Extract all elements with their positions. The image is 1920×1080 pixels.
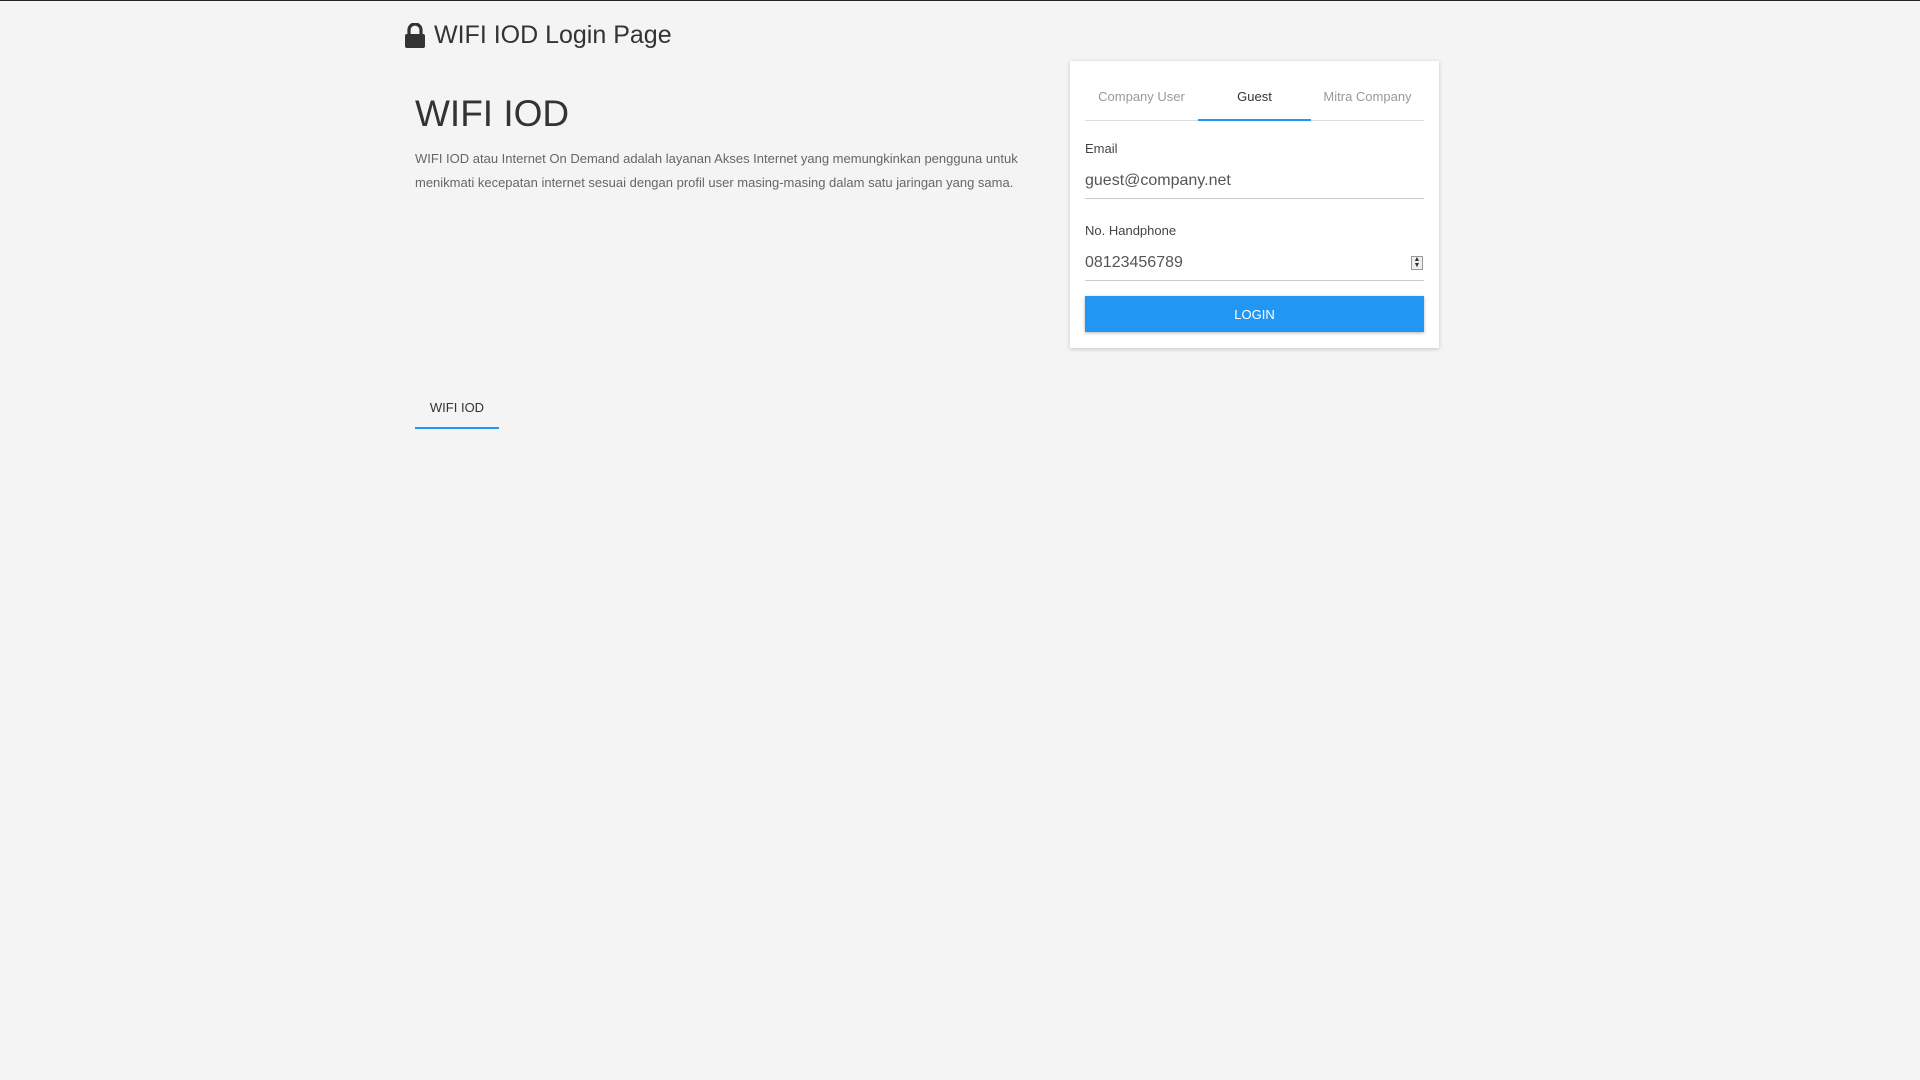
- tab-guest[interactable]: Guest: [1198, 86, 1311, 121]
- phone-field[interactable]: [1085, 250, 1424, 276]
- hero-title: WIFI IOD: [415, 93, 570, 134]
- login-button[interactable]: LOGIN: [1085, 296, 1424, 332]
- login-tabs: Company User Guest Mitra Company: [1085, 86, 1424, 121]
- tab-wifi-iod[interactable]: WIFI IOD: [415, 397, 499, 429]
- email-label: Email: [1085, 141, 1118, 156]
- phone-label: No. Handphone: [1085, 223, 1177, 238]
- tab-company-user[interactable]: Company User: [1085, 86, 1198, 120]
- login-card: Company User Guest Mitra Company Email N…: [1070, 61, 1439, 348]
- email-field[interactable]: [1085, 168, 1424, 194]
- email-field-wrapper: [1085, 168, 1424, 199]
- phone-field-wrapper: ▲▼: [1085, 250, 1424, 281]
- page-title: WIFI IOD Login Page: [434, 21, 672, 49]
- tab-mitra-company[interactable]: Mitra Company: [1311, 86, 1424, 120]
- hero-description: WIFI IOD atau Internet On Demand adalah …: [415, 151, 1018, 190]
- page-header: WIFI IOD Login Page: [404, 21, 672, 50]
- lock-icon: [404, 21, 426, 49]
- number-spinner-icon[interactable]: ▲ ▼: [1411, 256, 1423, 270]
